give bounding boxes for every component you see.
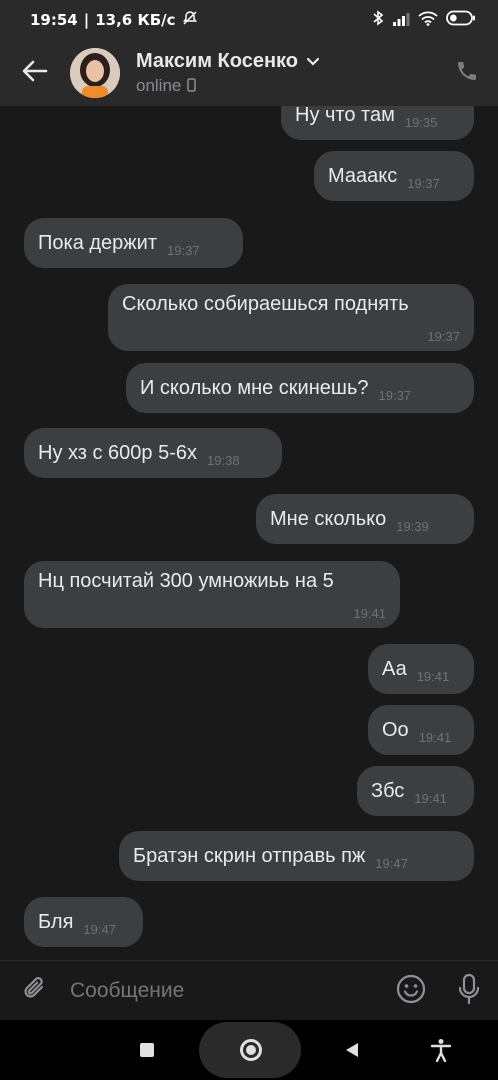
message-time: 19:35 xyxy=(404,114,438,130)
message-text: Братэн скрин отправь пж xyxy=(133,844,366,867)
contact-status: online xyxy=(136,76,182,95)
message-time: 19:41 xyxy=(418,729,452,745)
call-button[interactable] xyxy=(452,58,482,88)
message-text: Нц посчитай 300 умножиьь на 5 xyxy=(38,570,334,592)
battery-icon xyxy=(446,10,476,30)
message-time: 19:39 xyxy=(396,518,429,534)
message-time: 19:37 xyxy=(427,329,460,344)
emoji-button[interactable] xyxy=(382,961,440,1021)
message-time: 19:37 xyxy=(167,242,200,258)
message-time: 19:47 xyxy=(375,855,408,871)
status-right xyxy=(372,10,476,30)
outgoing-message[interactable]: Ну что там 19:35 xyxy=(281,106,474,140)
status-left: 19:54 | 13,6 КБ/с xyxy=(30,10,198,30)
incoming-message[interactable]: Нц посчитай 300 умножиьь на 5 19:41 xyxy=(24,561,400,628)
incoming-message[interactable]: Ну хз с 600р 5-6х 19:38 xyxy=(24,428,282,478)
message-text: Бля xyxy=(38,910,74,933)
outgoing-message[interactable]: Братэн скрин отправь пж 19:47 xyxy=(119,831,474,881)
avatar[interactable] xyxy=(70,48,120,98)
contact-info[interactable]: Максим Косенко online xyxy=(136,50,320,96)
outgoing-message[interactable]: Збс 19:41 xyxy=(357,766,474,816)
message-text: Ну что там xyxy=(295,106,395,126)
phone-icon xyxy=(455,59,479,87)
message-text: Ну хз с 600р 5-6х xyxy=(38,441,198,464)
message-time: 19:41 xyxy=(414,790,447,806)
alarm-off-icon xyxy=(182,10,198,30)
signal-icon xyxy=(392,11,410,30)
chevron-down-icon xyxy=(306,52,320,71)
status-time: 19:54 xyxy=(30,11,78,29)
accessibility-button[interactable] xyxy=(430,1038,452,1066)
message-input[interactable] xyxy=(70,978,382,1003)
smiley-icon xyxy=(396,974,426,1008)
mobile-icon xyxy=(187,77,197,96)
message-time: 19:37 xyxy=(378,387,412,403)
incoming-message[interactable]: Пока держит 19:37 xyxy=(24,218,243,268)
outgoing-message[interactable]: И сколько мне скинешь? 19:37 xyxy=(126,363,474,413)
message-time: 19:41 xyxy=(353,606,386,621)
message-time: 19:41 xyxy=(416,668,450,684)
outgoing-message[interactable]: Мне сколько 19:39 xyxy=(256,494,474,544)
message-time: 19:47 xyxy=(83,921,116,937)
bluetooth-icon xyxy=(372,10,384,30)
message-list[interactable]: Ну что там 19:35 Мааакс 19:37 Пока держит 19:… xyxy=(0,106,498,956)
contact-status-row: online xyxy=(136,76,320,96)
attach-button[interactable] xyxy=(0,961,70,1021)
message-time: 19:37 xyxy=(407,175,440,191)
message-text: И сколько мне скинешь? xyxy=(140,376,369,399)
contact-name: Максим Косенко xyxy=(136,50,298,72)
microphone-icon xyxy=(457,973,481,1009)
outgoing-message[interactable]: Сколько собираешься поднять 19:37 xyxy=(108,284,474,351)
status-separator: | xyxy=(83,11,90,29)
status-bar: 19:54 | 13,6 КБ/с xyxy=(0,0,498,40)
message-text: Мааакс xyxy=(328,164,398,187)
contact-name-row: Максим Косенко xyxy=(136,50,320,73)
paperclip-icon xyxy=(22,975,48,1007)
voice-button[interactable] xyxy=(440,961,498,1021)
outgoing-message[interactable]: Мааакс 19:37 xyxy=(314,151,474,201)
message-text: Аа xyxy=(382,657,407,680)
chat-header: Максим Косенко online xyxy=(0,40,498,106)
message-composer xyxy=(0,960,498,1020)
home-button[interactable] xyxy=(240,1039,262,1061)
wifi-icon xyxy=(418,11,438,30)
recents-button[interactable] xyxy=(140,1043,154,1057)
status-speed: 13,6 КБ/с xyxy=(95,11,176,29)
message-text: Оо xyxy=(382,718,409,741)
message-text: Пока держит xyxy=(38,231,157,254)
outgoing-message[interactable]: Оо 19:41 xyxy=(368,705,474,755)
incoming-message[interactable]: Бля 19:47 xyxy=(24,897,143,947)
system-nav-bar xyxy=(0,1020,498,1080)
nav-back-button[interactable] xyxy=(344,1042,360,1062)
outgoing-message[interactable]: Аа 19:41 xyxy=(368,644,474,694)
message-time: 19:38 xyxy=(207,452,240,468)
message-text: Мне сколько xyxy=(270,507,387,530)
message-text: Збс xyxy=(371,779,405,802)
arrow-left-icon xyxy=(22,60,48,86)
message-text: Сколько собираешься поднять xyxy=(122,293,409,315)
back-button[interactable] xyxy=(0,40,70,106)
